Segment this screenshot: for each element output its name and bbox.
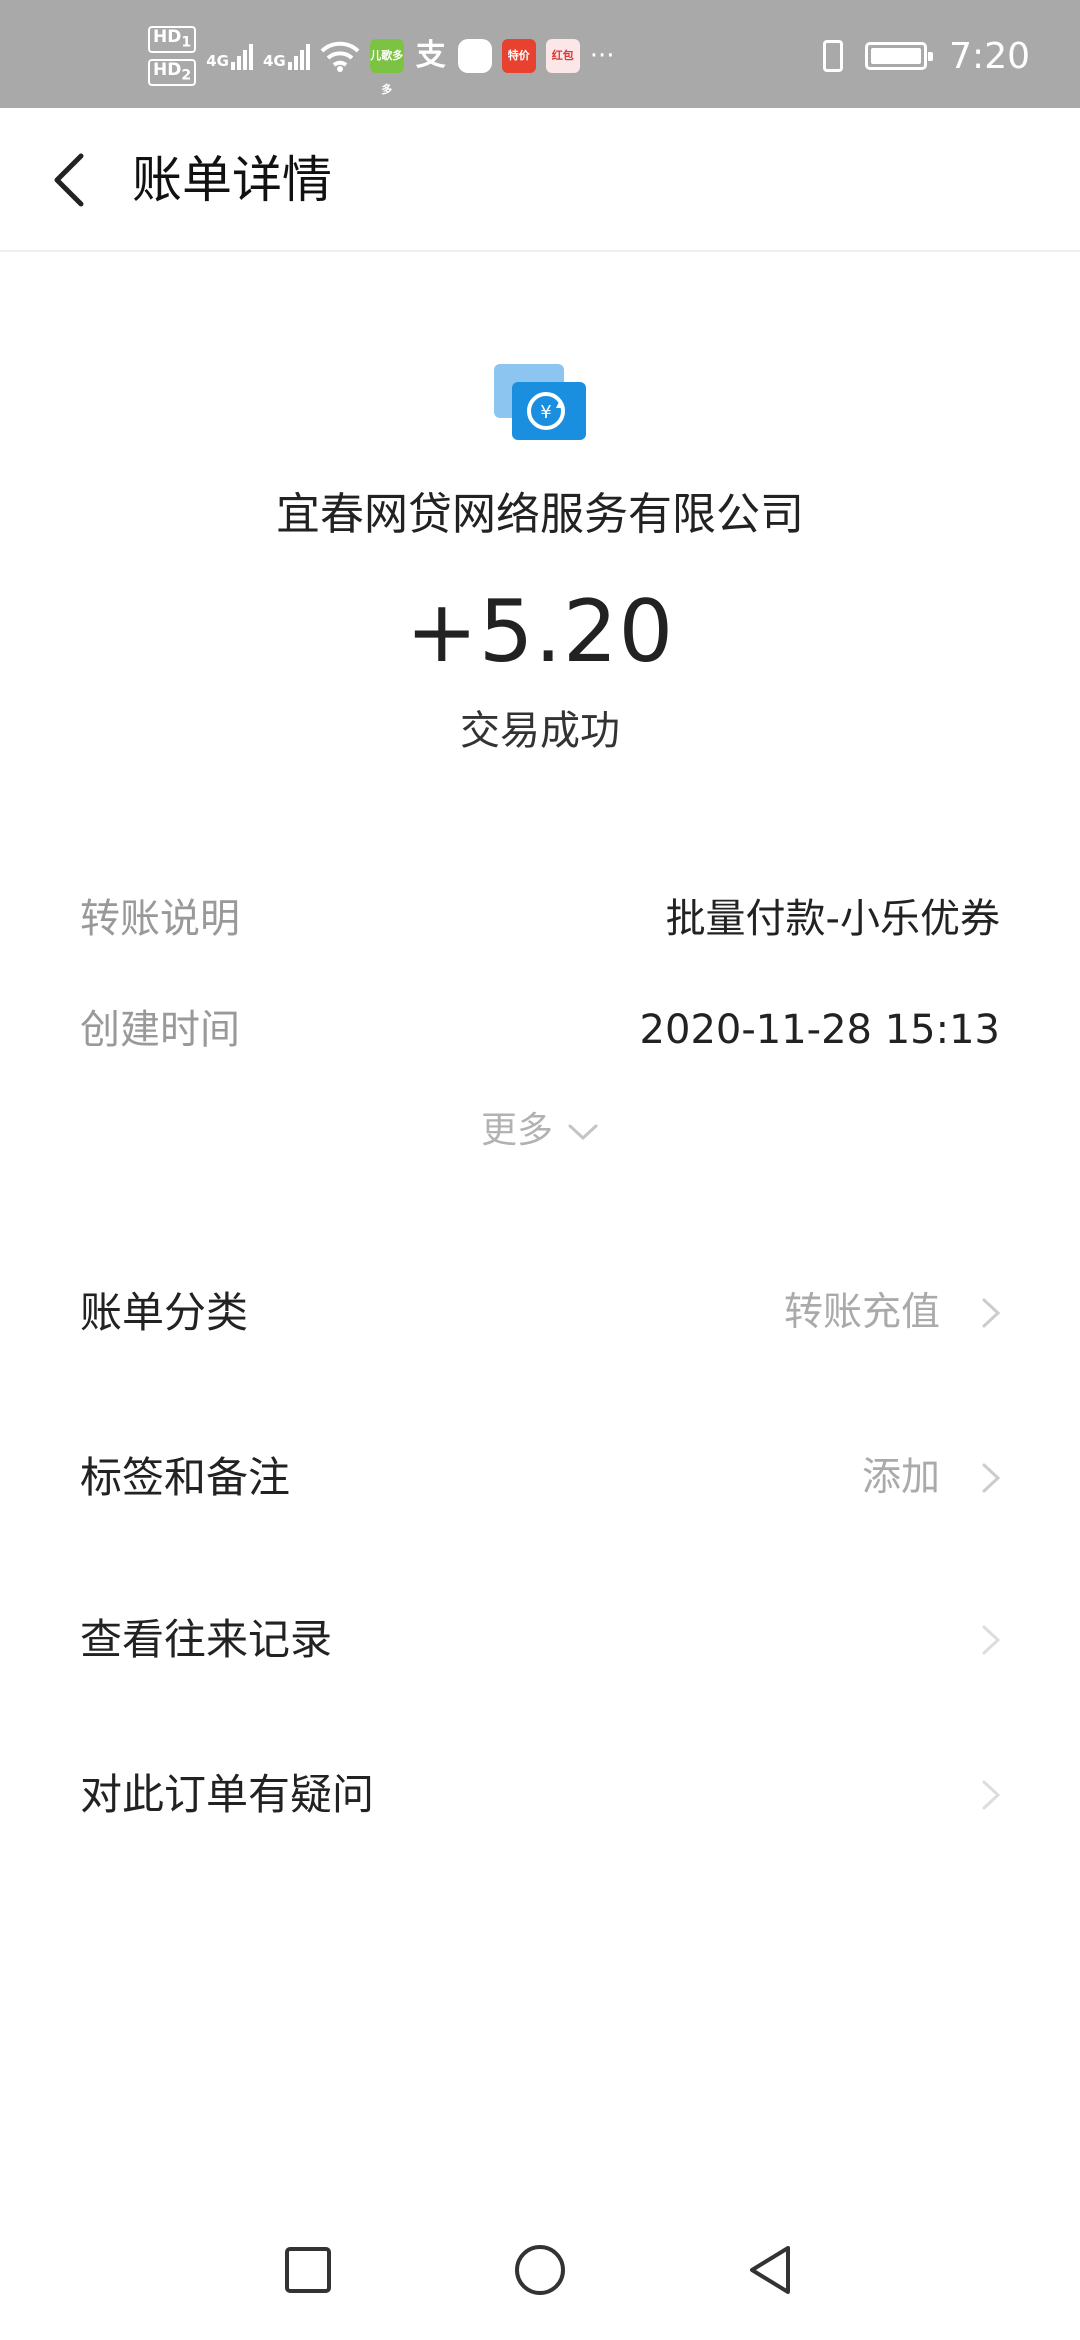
back-nav-button[interactable] (740, 2240, 800, 2300)
shopping-app-icon: 特价 (501, 39, 536, 73)
signal-icon (287, 42, 310, 70)
circle-icon (515, 2245, 565, 2295)
row-label: 账单分类 (80, 1288, 249, 1337)
transfer-icon: ¥ (494, 364, 586, 440)
overflow-indicator: ··· (589, 41, 615, 71)
chevron-down-icon (568, 1124, 598, 1141)
status-bar-right: 7:20 (823, 28, 1030, 84)
hd-badge: HD2 (148, 59, 197, 86)
chevron-right-icon (982, 1298, 1001, 1328)
more-toggle[interactable]: 更多 (0, 1103, 1080, 1159)
chevron-right-icon (982, 1625, 1001, 1655)
transaction-status: 交易成功 (460, 708, 620, 754)
battery-icon (865, 42, 934, 70)
svg-text:¥: ¥ (540, 402, 551, 423)
network-type-label: 4G (206, 52, 229, 70)
tags-notes-row[interactable]: 标签和备注 添加 (80, 1440, 1005, 1516)
triangle-back-icon (750, 2246, 790, 2294)
row-value: 添加 (861, 1455, 940, 1500)
signal-sim2: 4G (263, 42, 310, 70)
status-bar-left: HD1 HD2 4G 4G 儿歌多多 支 特价 红包 ··· (148, 26, 615, 96)
page-title: 账单详情 (132, 151, 332, 209)
clock: 7:20 (949, 35, 1030, 77)
home-button[interactable] (510, 2240, 570, 2300)
more-label: 更多 (480, 1110, 553, 1151)
system-nav-bar (0, 2200, 1080, 2340)
chat-app-icon (457, 39, 492, 73)
order-question-row[interactable]: 对此订单有疑问 (80, 1757, 1005, 1833)
detail-value: 批量付款-小乐优券 (665, 896, 1000, 942)
recent-apps-button[interactable] (278, 2240, 338, 2300)
detail-value: 2020-11-28 15:13 (639, 1007, 1000, 1053)
detail-label: 创建时间 (80, 1007, 240, 1053)
detail-row-created-time: 创建时间 2020-11-28 15:13 (80, 1000, 1000, 1060)
transaction-history-row[interactable]: 查看往来记录 (80, 1602, 1005, 1678)
status-bar: HD1 HD2 4G 4G 儿歌多多 支 特价 红包 ··· 7:20 (0, 0, 1080, 108)
signal-sim1: 4G (206, 42, 253, 70)
hd-badge: HD1 (148, 26, 197, 53)
back-button[interactable] (38, 148, 98, 212)
gift-app-icon: 红包 (545, 39, 580, 73)
kids-app-icon: 儿歌多多 (369, 39, 404, 96)
transaction-amount: +5.20 (405, 582, 675, 682)
chevron-right-icon (982, 1780, 1001, 1810)
row-label: 查看往来记录 (80, 1615, 333, 1664)
bill-detail-screen: HD1 HD2 4G 4G 儿歌多多 支 特价 红包 ··· 7:20 账单详情… (0, 0, 1080, 2340)
network-type-label: 4G (262, 52, 286, 70)
alipay-icon: 支 (415, 38, 446, 73)
merchant-name: 宜春网贷网络服务有限公司 (276, 489, 804, 540)
row-label: 标签和备注 (80, 1453, 291, 1502)
bill-category-row[interactable]: 账单分类 转账充值 (80, 1275, 1005, 1351)
detail-label: 转账说明 (80, 896, 240, 942)
chevron-right-icon (982, 1463, 1001, 1493)
detail-row-remark: 转账说明 批量付款-小乐优券 (80, 889, 1000, 949)
wifi-icon (320, 41, 360, 72)
vibrate-icon (823, 40, 844, 72)
hd-badges: HD1 HD2 (148, 26, 197, 86)
chevron-left-icon (54, 153, 84, 207)
row-label: 对此订单有疑问 (80, 1770, 375, 1819)
app-header: 账单详情 (0, 108, 1080, 252)
signal-icon (230, 42, 253, 70)
row-value: 转账充值 (783, 1290, 940, 1335)
square-icon (285, 2247, 331, 2293)
